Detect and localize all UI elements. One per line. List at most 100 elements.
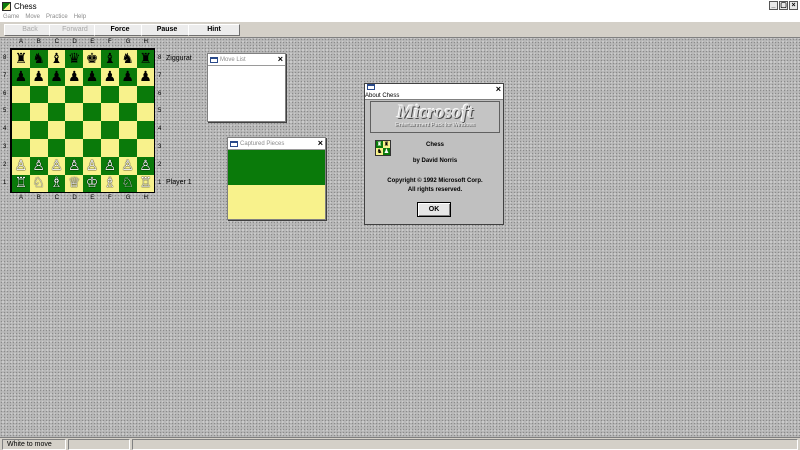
close-button[interactable]: ×	[789, 1, 798, 10]
square-c2[interactable]: ♙	[47, 156, 66, 175]
square-b3[interactable]	[29, 138, 48, 157]
move-list-close-icon[interactable]: ×	[278, 55, 283, 64]
square-h1[interactable]: ♖	[136, 174, 155, 193]
chess-piece[interactable]: ♗	[50, 176, 63, 190]
chess-piece[interactable]: ♙	[86, 159, 99, 173]
chess-piece[interactable]: ♙	[68, 159, 81, 173]
square-b4[interactable]	[29, 121, 48, 139]
square-e8[interactable]: ♚	[83, 50, 101, 68]
square-h3[interactable]	[136, 138, 155, 157]
square-a4[interactable]	[12, 121, 30, 139]
minimize-button[interactable]: _	[769, 1, 778, 10]
square-f7[interactable]: ♟	[100, 67, 119, 86]
chess-piece[interactable]: ♙	[50, 159, 63, 173]
square-a8[interactable]: ♜	[12, 50, 30, 68]
chess-piece[interactable]: ♟	[50, 70, 63, 84]
pause-button[interactable]: Pause	[141, 24, 193, 36]
square-b5[interactable]	[29, 103, 48, 122]
square-b6[interactable]	[29, 85, 48, 104]
menu-game[interactable]: Game	[3, 14, 19, 20]
chess-piece[interactable]: ♞	[32, 52, 45, 66]
captured-pieces-close-icon[interactable]: ×	[318, 139, 323, 148]
chess-piece[interactable]: ♟	[104, 70, 117, 84]
square-e1[interactable]: ♔	[83, 174, 101, 193]
move-list-titlebar[interactable]: Move List ×	[208, 54, 285, 66]
square-c8[interactable]: ♝	[47, 50, 66, 68]
menu-help[interactable]: Help	[74, 14, 86, 20]
square-f2[interactable]: ♙	[100, 156, 119, 175]
square-d5[interactable]	[65, 103, 84, 122]
chess-piece[interactable]: ♜	[15, 52, 28, 66]
square-g6[interactable]	[118, 85, 137, 104]
square-h6[interactable]	[136, 85, 155, 104]
square-d8[interactable]: ♛	[65, 50, 84, 68]
maximize-button[interactable]: ▢	[779, 1, 788, 10]
square-b7[interactable]: ♟	[29, 67, 48, 86]
square-a3[interactable]	[12, 138, 30, 157]
chess-piece[interactable]: ♜	[139, 52, 152, 66]
square-g4[interactable]	[118, 121, 137, 139]
square-d6[interactable]	[65, 85, 84, 104]
chess-piece[interactable]: ♟	[68, 70, 81, 84]
square-h2[interactable]: ♙	[136, 156, 155, 175]
square-g1[interactable]: ♘	[118, 174, 137, 193]
square-b8[interactable]: ♞	[29, 50, 48, 68]
square-b2[interactable]: ♙	[29, 156, 48, 175]
chess-piece[interactable]: ♖	[15, 176, 28, 190]
chess-piece[interactable]: ♕	[68, 176, 81, 190]
square-d7[interactable]: ♟	[65, 67, 84, 86]
square-e4[interactable]	[83, 121, 101, 139]
square-d2[interactable]: ♙	[65, 156, 84, 175]
chess-piece[interactable]: ♟	[139, 70, 152, 84]
square-d4[interactable]	[65, 121, 84, 139]
chess-piece[interactable]: ♙	[104, 159, 117, 173]
chess-piece[interactable]: ♚	[86, 52, 99, 66]
square-h7[interactable]: ♟	[136, 67, 155, 86]
square-h4[interactable]	[136, 121, 155, 139]
square-g5[interactable]	[118, 103, 137, 122]
chess-piece[interactable]: ♟	[86, 70, 99, 84]
square-d3[interactable]	[65, 138, 84, 157]
square-b1[interactable]: ♘	[29, 174, 48, 193]
square-f4[interactable]	[100, 121, 119, 139]
square-a5[interactable]	[12, 103, 30, 122]
chess-piece[interactable]: ♞	[121, 52, 134, 66]
square-f3[interactable]	[100, 138, 119, 157]
square-g2[interactable]: ♙	[118, 156, 137, 175]
square-c1[interactable]: ♗	[47, 174, 66, 193]
square-d1[interactable]: ♕	[65, 174, 84, 193]
ok-button[interactable]: OK	[417, 202, 451, 217]
square-a1[interactable]: ♖	[12, 174, 30, 193]
chess-piece[interactable]: ♙	[15, 159, 28, 173]
square-f6[interactable]	[100, 85, 119, 104]
square-f5[interactable]	[100, 103, 119, 122]
square-g3[interactable]	[118, 138, 137, 157]
square-f8[interactable]: ♝	[100, 50, 119, 68]
square-e3[interactable]	[83, 138, 101, 157]
menu-move[interactable]: Move	[25, 14, 40, 20]
chess-piece[interactable]: ♟	[32, 70, 45, 84]
chess-piece[interactable]: ♝	[50, 52, 63, 66]
chess-piece[interactable]: ♖	[139, 176, 152, 190]
square-e6[interactable]	[83, 85, 101, 104]
square-a7[interactable]: ♟	[12, 67, 30, 86]
square-c5[interactable]	[47, 103, 66, 122]
square-c7[interactable]: ♟	[47, 67, 66, 86]
square-e7[interactable]: ♟	[83, 67, 101, 86]
chess-piece[interactable]: ♙	[32, 159, 45, 173]
square-g8[interactable]: ♞	[118, 50, 137, 68]
chess-piece[interactable]: ♙	[121, 159, 134, 173]
chess-piece[interactable]: ♘	[121, 176, 134, 190]
chess-piece[interactable]: ♙	[139, 159, 152, 173]
square-f1[interactable]: ♗	[100, 174, 119, 193]
square-c3[interactable]	[47, 138, 66, 157]
square-c4[interactable]	[47, 121, 66, 139]
chess-piece[interactable]: ♟	[15, 70, 28, 84]
chess-piece[interactable]: ♗	[104, 176, 117, 190]
captured-pieces-titlebar[interactable]: Captured Pieces ×	[228, 138, 325, 150]
chess-piece[interactable]: ♘	[32, 176, 45, 190]
chess-board[interactable]: ♜ ♞ ♝ ♛ ♚ ♝ ♞ ♜ ♟ ♟ ♟ ♟ ♟ ♟ ♟ ♟ ♙ ♙ ♙ ♙ ♙ ♙ ♙ ♙ ♖ ♘ ♗ ♕ ♔ ♗ ♘ ♖	[10, 48, 155, 193]
about-close-icon[interactable]: ×	[496, 85, 501, 94]
square-a6[interactable]	[12, 85, 30, 104]
square-e5[interactable]	[83, 103, 101, 122]
